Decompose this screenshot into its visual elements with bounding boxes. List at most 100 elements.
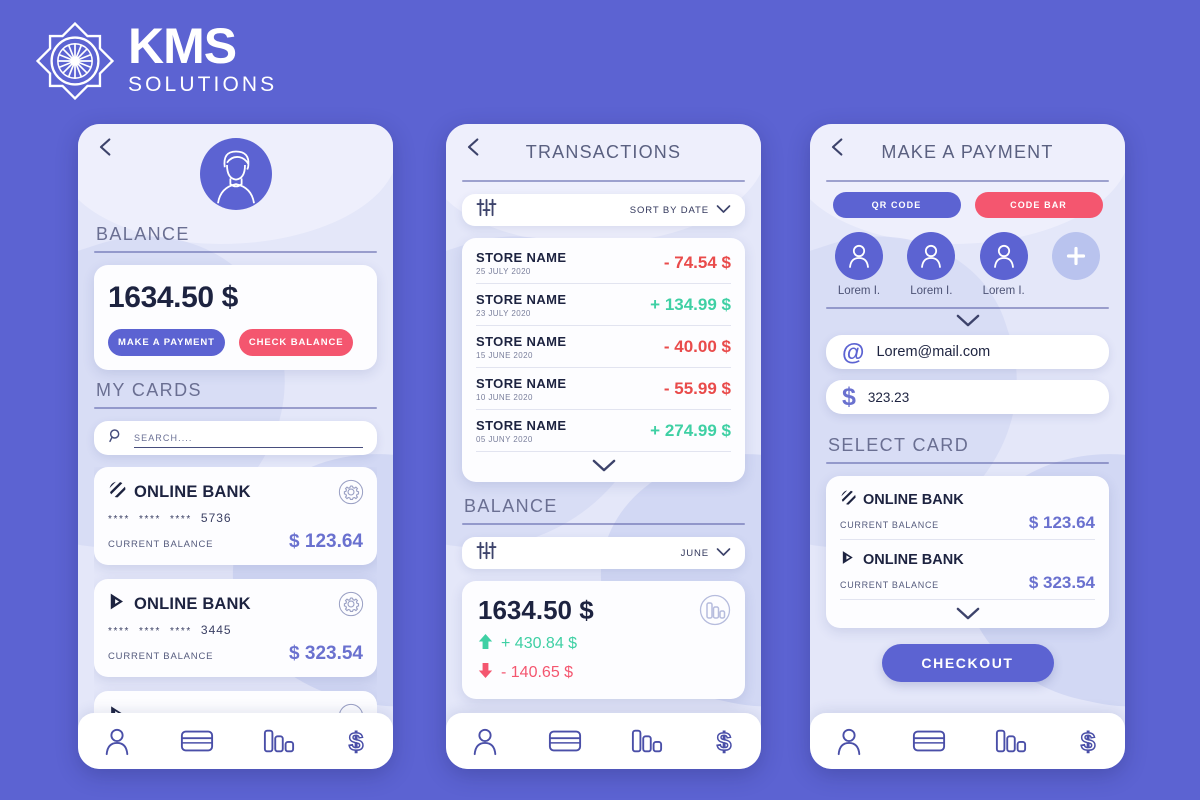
bank-name: ONLINE BANK (134, 482, 251, 501)
email-field[interactable]: @ Lorem@mail.com (826, 335, 1109, 369)
nav-bar-chart-icon[interactable] (263, 727, 295, 755)
phone-screen-make-payment: MAKE A PAYMENT QR CODE CODE BAR Lorem I. (810, 124, 1125, 769)
card-balance: $ 123.64 (289, 531, 363, 552)
bank-card[interactable]: ONLINE BANK **** **** **** 3445 CURRENT … (94, 579, 377, 677)
bank-name: ONLINE BANK (863, 492, 964, 508)
striped-circle-bank-logo-icon (108, 480, 127, 504)
avatar[interactable] (199, 138, 272, 210)
contact-name: Lorem I. (837, 285, 881, 297)
transaction-date: 10 JUNE 2020 (476, 393, 533, 402)
transaction-row[interactable]: STORE NAME 10 JUNE 2020 - 55.99 $ (476, 368, 731, 410)
select-card-row[interactable]: ONLINE BANK CURRENT BALANCE $ 123.64 (840, 480, 1095, 540)
add-contact-item[interactable] (1045, 232, 1107, 280)
contact-item[interactable]: Lorem I. (900, 232, 962, 297)
search-icon (108, 428, 124, 449)
transaction-date: 23 JULY 2020 (476, 309, 531, 318)
at-sign-icon: @ (842, 338, 865, 365)
expand-transactions-button[interactable] (476, 452, 731, 478)
summary-total: 1634.50 $ (478, 595, 594, 625)
masked-group: **** (169, 626, 192, 637)
transaction-row[interactable]: STORE NAME 23 JULY 2020 + 134.99 $ (476, 284, 731, 326)
select-card-row[interactable]: ONLINE BANK CURRENT BALANCE $ 323.54 (840, 540, 1095, 600)
user-avatar-icon (835, 232, 883, 280)
masked-group: **** (138, 626, 161, 637)
balance-section-label: BALANCE (464, 496, 558, 516)
store-name: STORE NAME (476, 334, 567, 349)
card-last4: 5736 (200, 511, 232, 525)
card-number: **** **** **** 5736 (108, 511, 363, 525)
expand-contacts-button[interactable] (826, 309, 1109, 335)
transaction-row[interactable]: STORE NAME 25 JULY 2020 - 74.54 $ (476, 242, 731, 284)
kms-starburst-logo-icon (35, 21, 115, 101)
balance-card: 1634.50 $ MAKE A PAYMENT CHECK BALANCE (94, 265, 377, 370)
transaction-date: 05 JUNY 2020 (476, 435, 533, 444)
screen1-header (94, 124, 377, 210)
nav-dollar-icon[interactable]: $ (711, 726, 737, 756)
transaction-amount: - 55.99 $ (663, 379, 731, 398)
transaction-row[interactable]: STORE NAME 15 JUNE 2020 - 40.00 $ (476, 326, 731, 368)
nav-credit-card-icon[interactable] (912, 727, 946, 755)
qr-code-button[interactable]: QR CODE (832, 192, 961, 218)
transactions-list: STORE NAME 25 JULY 2020 - 74.54 $ STORE … (462, 238, 745, 482)
back-button[interactable] (464, 136, 484, 158)
card-last4: 3445 (200, 623, 232, 637)
month-dropdown[interactable]: JUNE (681, 544, 731, 562)
brand-logo: KMS SOLUTIONS (35, 21, 277, 101)
chevron-down-icon (716, 544, 731, 562)
arrow-down-icon (478, 662, 493, 684)
checkout-button[interactable]: CHECKOUT (881, 644, 1054, 682)
nav-person-icon[interactable] (470, 726, 500, 756)
contact-item[interactable]: Lorem I. (973, 232, 1035, 297)
bank-card[interactable]: ONLINE BANK **** **** **** 5736 CURRENT … (94, 467, 377, 565)
nav-person-icon[interactable] (102, 726, 132, 756)
gear-icon[interactable] (338, 591, 364, 617)
gear-icon[interactable] (338, 479, 364, 505)
nav-dollar-icon[interactable]: $ (343, 726, 369, 756)
code-bar-button[interactable]: CODE BAR (974, 192, 1103, 218)
contact-item[interactable]: Lorem I. (828, 232, 890, 297)
search-bar[interactable]: SEARCH.... (94, 421, 377, 455)
contacts-row: Lorem I. Lorem I. Lorem I. (826, 232, 1109, 297)
bank-name: ONLINE BANK (863, 552, 964, 568)
balance-amount: 1634.50 $ (108, 281, 238, 314)
nav-bar-chart-icon[interactable] (631, 727, 663, 755)
check-balance-button[interactable]: CHECK BALANCE (238, 329, 354, 356)
back-button[interactable] (828, 136, 848, 158)
svg-text:$: $ (1081, 726, 1096, 756)
search-input[interactable]: SEARCH.... (134, 433, 193, 443)
phone-mockups: BALANCE 1634.50 $ MAKE A PAYMENT CHECK B… (0, 124, 1200, 769)
expand-cards-button[interactable] (840, 600, 1095, 626)
transaction-amount: - 40.00 $ (663, 337, 731, 356)
divider (94, 251, 377, 253)
bottom-navigation: $ (446, 713, 761, 769)
back-button[interactable] (96, 136, 116, 158)
balance-section-label: BALANCE (96, 224, 190, 244)
sort-filter-bar[interactable]: SORT BY DATE (462, 194, 745, 226)
sort-by-date-dropdown[interactable]: SORT BY DATE (630, 201, 731, 219)
nav-credit-card-icon[interactable] (548, 727, 582, 755)
card-number: **** **** **** 3445 (108, 623, 363, 637)
nav-bar-chart-icon[interactable] (995, 727, 1027, 755)
current-balance-label: CURRENT BALANCE (108, 539, 214, 550)
transaction-row[interactable]: STORE NAME 05 JUNY 2020 + 274.99 $ (476, 410, 731, 452)
nav-credit-card-icon[interactable] (180, 727, 214, 755)
amount-value[interactable]: 323.23 (868, 390, 909, 405)
plus-icon (1051, 232, 1100, 280)
divider (826, 307, 1109, 309)
bar-chart-circle-icon[interactable] (699, 594, 731, 626)
card-balance: $ 323.54 (289, 643, 363, 664)
nav-person-icon[interactable] (834, 726, 864, 756)
email-value[interactable]: Lorem@mail.com (876, 344, 990, 360)
sliders-filter-icon[interactable] (476, 198, 497, 222)
current-balance-label: CURRENT BALANCE (108, 651, 214, 662)
transaction-date: 25 JULY 2020 (476, 267, 531, 276)
amount-field[interactable]: $ 323.23 (826, 380, 1109, 414)
month-filter-bar[interactable]: JUNE (462, 537, 745, 569)
sliders-filter-icon[interactable] (476, 541, 497, 565)
make-payment-button[interactable]: MAKE A PAYMENT (108, 329, 225, 356)
divider (826, 462, 1109, 464)
arrow-up-icon (478, 633, 493, 655)
svg-text:$: $ (717, 726, 732, 756)
contact-name: Lorem I. (982, 285, 1025, 297)
nav-dollar-icon[interactable]: $ (1075, 726, 1101, 756)
